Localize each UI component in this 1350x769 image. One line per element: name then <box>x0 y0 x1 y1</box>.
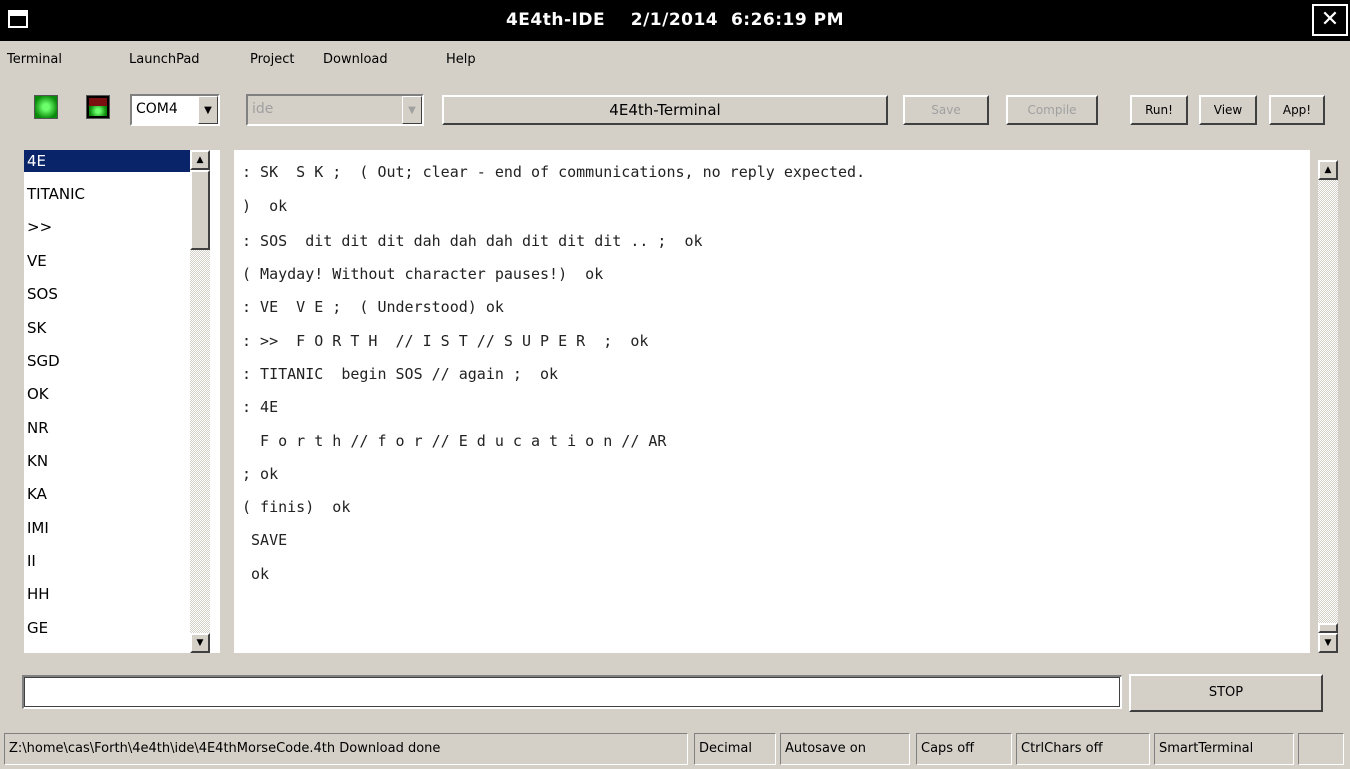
connection-led-icon <box>34 95 58 119</box>
list-item[interactable]: HH <box>24 583 190 605</box>
list-item[interactable]: GE <box>24 617 190 639</box>
status-message: Z:\home\cas\Forth\4e4th\ide\4E4thMorseCo… <box>4 733 688 765</box>
status-bar: Z:\home\cas\Forth\4e4th\ide\4E4thMorseCo… <box>0 733 1350 769</box>
status-led-icon <box>86 95 110 119</box>
terminal-line: ( finis) ok <box>242 498 351 516</box>
list-item[interactable]: TITANIC <box>24 183 190 205</box>
menu-launchpad[interactable]: LaunchPad <box>129 52 200 67</box>
terminal-line: : TITANIC begin SOS // again ; ok <box>242 365 559 383</box>
status-extra <box>1298 733 1344 765</box>
scroll-down-icon[interactable]: ▼ <box>190 633 210 653</box>
list-item[interactable]: 4E <box>24 150 190 172</box>
terminal-line: : VE V E ; ( Understood) ok <box>242 298 504 316</box>
compile-button[interactable]: Compile <box>1006 95 1098 125</box>
list-item[interactable]: SK <box>24 317 190 339</box>
menu-download[interactable]: Download <box>323 52 388 67</box>
status-autosave: Autosave on <box>780 733 910 765</box>
run-button[interactable]: Run! <box>1130 95 1188 125</box>
status-caps: Caps off <box>916 733 1012 765</box>
terminal-line: : >> F O R T H // I S T // S U P E R ; o… <box>242 332 649 350</box>
terminal-line: SAVE <box>242 531 288 549</box>
mode-value: ide <box>252 101 274 117</box>
list-item[interactable]: OK <box>24 383 190 405</box>
window-title: 4E4th-IDE 2/1/2014 6:26:19 PM <box>505 10 845 30</box>
close-icon: ✕ <box>1320 7 1340 32</box>
list-item[interactable]: KN <box>24 450 190 472</box>
terminal-button[interactable]: 4E4th-Terminal <box>442 95 888 125</box>
list-item[interactable]: IMI <box>24 517 190 539</box>
terminal-line: : SK S K ; ( Out; clear - end of communi… <box>242 163 866 181</box>
chevron-down-icon[interactable]: ▼ <box>198 96 218 124</box>
list-item[interactable]: SOS <box>24 283 190 305</box>
close-button[interactable]: ✕ <box>1312 4 1348 36</box>
list-item[interactable]: >> <box>24 216 190 238</box>
word-list[interactable]: 4E TITANIC >> VE SOS SK SGD OK NR KN KA … <box>24 150 220 653</box>
list-item[interactable]: II <box>24 550 190 572</box>
mode-select[interactable]: ide ▼ <box>246 94 424 126</box>
save-button[interactable]: Save <box>903 95 989 125</box>
app-button[interactable]: App! <box>1269 95 1325 125</box>
list-item[interactable]: SGD <box>24 350 190 372</box>
com-port-select[interactable]: COM4 ▼ <box>130 94 220 126</box>
terminal-line: : 4E <box>242 398 279 416</box>
view-button[interactable]: View <box>1199 95 1257 125</box>
stop-button[interactable]: STOP <box>1129 674 1323 712</box>
list-item[interactable]: VE <box>24 250 190 272</box>
list-item[interactable]: NR <box>24 417 190 439</box>
status-ctrlchars: CtrlChars off <box>1016 733 1150 765</box>
terminal-scrollbar[interactable]: ▲ ▼ <box>1318 160 1338 653</box>
terminal-line: ; ok <box>242 465 279 483</box>
terminal-output[interactable]: : SK S K ; ( Out; clear - end of communi… <box>234 150 1310 653</box>
terminal-line: F o r t h // f o r // E d u c a t i o n … <box>242 432 667 450</box>
menu-project[interactable]: Project <box>250 52 294 67</box>
scroll-thumb[interactable] <box>1318 623 1338 633</box>
scroll-thumb[interactable] <box>190 170 210 250</box>
list-item[interactable]: KA <box>24 483 190 505</box>
terminal-line: ) ok <box>242 197 288 215</box>
scroll-down-icon[interactable]: ▼ <box>1318 633 1338 653</box>
command-input[interactable] <box>22 675 1122 709</box>
terminal-line: : SOS dit dit dit dah dah dah dit dit di… <box>242 232 703 250</box>
status-base: Decimal <box>694 733 776 765</box>
menu-terminal[interactable]: Terminal <box>7 52 62 67</box>
menu-help[interactable]: Help <box>446 52 476 67</box>
terminal-line: ok <box>242 565 270 583</box>
scroll-up-icon[interactable]: ▲ <box>1318 160 1338 180</box>
scroll-up-icon[interactable]: ▲ <box>190 150 210 170</box>
title-bar: 4E4th-IDE 2/1/2014 6:26:19 PM ✕ <box>0 0 1350 41</box>
terminal-line: ( Mayday! Without character pauses!) ok <box>242 265 604 283</box>
word-list-scrollbar[interactable]: ▲ ▼ <box>190 150 210 653</box>
chevron-down-icon[interactable]: ▼ <box>402 96 422 124</box>
com-port-value: COM4 <box>136 101 178 117</box>
status-terminal-mode: SmartTerminal <box>1154 733 1294 765</box>
